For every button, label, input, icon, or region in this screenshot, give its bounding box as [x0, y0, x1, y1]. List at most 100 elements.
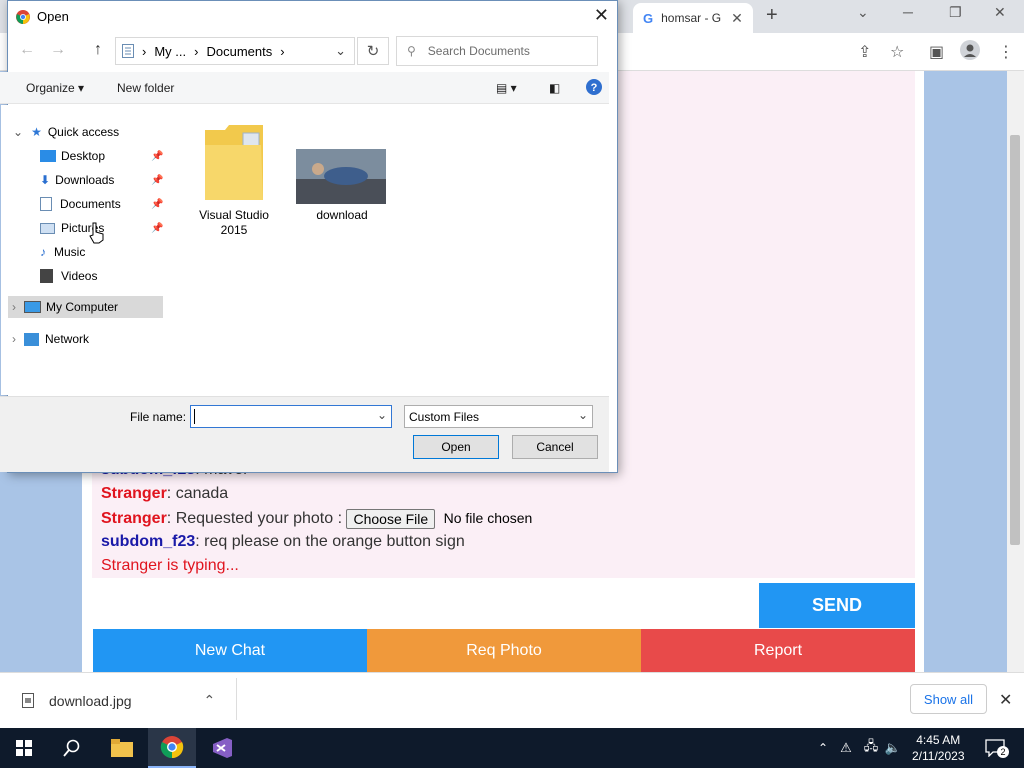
address-dropdown-icon[interactable]: ⌄: [335, 43, 346, 59]
pin-icon: 📌: [151, 150, 164, 162]
network-icon[interactable]: 🖧: [862, 728, 880, 768]
nav-videos[interactable]: Videos: [40, 265, 97, 287]
organize-menu[interactable]: Organize ▾: [26, 81, 84, 95]
help-icon[interactable]: ?: [586, 79, 602, 98]
image-thumbnail[interactable]: [296, 149, 386, 204]
clock[interactable]: 4:45 AM 2/11/2023: [912, 732, 965, 764]
notifications-icon[interactable]: 2: [983, 728, 1009, 768]
chevron-down-icon: ⌄: [376, 408, 387, 422]
show-all-button[interactable]: Show all: [910, 684, 987, 714]
restore-icon[interactable]: ❐: [949, 4, 962, 21]
pin-icon: 📌: [151, 222, 164, 234]
forward-arrow-icon[interactable]: →: [50, 41, 66, 59]
file-icon: [22, 693, 34, 708]
breadcrumb-my-computer[interactable]: My ...: [154, 44, 186, 59]
new-folder-button[interactable]: New folder: [117, 81, 174, 95]
back-arrow-icon[interactable]: ←: [19, 41, 35, 59]
dialog-close-icon[interactable]: ✕: [594, 5, 609, 26]
menu-icon[interactable]: ⋮: [998, 42, 1014, 62]
documents-icon: [122, 44, 134, 58]
file-item-download[interactable]: download: [300, 208, 384, 223]
notification-count-badge: 2: [997, 746, 1009, 758]
page-scroll-thumb[interactable]: [1010, 135, 1020, 545]
browser-tab[interactable]: G homsar - G ✕: [633, 3, 753, 33]
folder-icon[interactable]: [203, 120, 265, 209]
divider: [236, 678, 237, 720]
profile-icon[interactable]: [960, 40, 980, 65]
chevron-down-icon: ⌄: [13, 125, 24, 139]
file-type-select[interactable]: Custom Files ⌄: [404, 405, 593, 428]
chevron-down-icon[interactable]: ⌄: [857, 4, 869, 21]
file-item-visual-studio[interactable]: Visual Studio 2015: [193, 208, 275, 238]
search-icon[interactable]: [48, 728, 96, 768]
close-window-icon[interactable]: ✕: [994, 4, 1006, 21]
chrome-icon: [16, 9, 30, 24]
nav-network[interactable]: › Network: [8, 328, 89, 350]
minimize-icon[interactable]: ─: [903, 4, 913, 20]
send-button[interactable]: SEND: [759, 583, 915, 628]
breadcrumb-documents[interactable]: Documents: [206, 44, 272, 59]
refresh-icon[interactable]: ↻: [357, 37, 389, 65]
chrome-taskbar-icon[interactable]: [148, 728, 196, 768]
visual-studio-icon[interactable]: [198, 728, 246, 768]
close-download-bar-icon[interactable]: ✕: [999, 690, 1012, 710]
side-panel-icon[interactable]: ▣: [929, 42, 944, 62]
computer-icon: [24, 301, 41, 313]
volume-icon[interactable]: 🔈: [884, 728, 902, 768]
network-icon: [24, 332, 39, 346]
quick-access-item[interactable]: ⌄ ★ Quick access: [13, 121, 119, 143]
search-icon: ⚲: [407, 44, 416, 58]
file-name-label: File name:: [130, 410, 187, 424]
dialog-title-bar: Open: [8, 1, 617, 32]
download-arrow-icon: ⬇: [40, 173, 51, 187]
typing-indicator: Stranger is typing...: [101, 557, 239, 574]
google-icon: G: [643, 10, 654, 26]
choose-file-button[interactable]: Choose File: [346, 509, 436, 529]
share-icon[interactable]: ⇪: [858, 42, 871, 62]
chevron-up-icon[interactable]: ⌃: [204, 692, 216, 709]
bookmark-star-icon[interactable]: ☆: [890, 42, 904, 62]
documents-icon: [40, 197, 52, 211]
dialog-title: Open: [37, 9, 69, 24]
chevron-up-tray-icon[interactable]: ⌃: [815, 728, 831, 768]
file-explorer-icon[interactable]: [98, 728, 146, 768]
tab-title: homsar - G: [661, 11, 722, 25]
nav-music[interactable]: ♪ Music: [40, 241, 85, 263]
desktop-icon: [40, 150, 56, 162]
search-documents-input[interactable]: ⚲ Search Documents: [396, 36, 598, 66]
chat-message: Stranger: Requested your photo : Choose …: [101, 509, 533, 529]
nav-desktop[interactable]: Desktop 📌: [40, 145, 163, 167]
chat-message: subdom_f23: req please on the orange but…: [101, 533, 465, 550]
view-options-icon[interactable]: ▤ ▾: [496, 81, 517, 95]
new-chat-button[interactable]: New Chat: [93, 629, 367, 672]
nav-downloads[interactable]: ⬇ Downloads 📌: [40, 169, 163, 191]
hand-cursor-icon: [89, 222, 105, 249]
music-icon: ♪: [40, 245, 46, 259]
pin-icon: 📌: [151, 198, 164, 210]
nav-documents[interactable]: Documents 📌: [40, 193, 163, 215]
download-item[interactable]: download.jpg ⌃: [22, 692, 215, 709]
close-tab-icon[interactable]: ✕: [731, 10, 743, 27]
pin-icon: 📌: [151, 174, 164, 186]
chevron-right-icon: ›: [12, 300, 16, 314]
address-bar[interactable]: › My ... › Documents › ⌄: [115, 37, 355, 65]
chevron-right-icon: ›: [12, 332, 16, 346]
req-photo-button[interactable]: Req Photo: [367, 629, 641, 672]
text-caret: [194, 409, 195, 424]
file-name-input[interactable]: ⌄: [190, 405, 392, 428]
new-tab-button[interactable]: +: [766, 4, 778, 27]
preview-pane-icon[interactable]: ◧: [549, 81, 560, 95]
start-icon[interactable]: [0, 728, 48, 768]
cancel-button[interactable]: Cancel: [512, 435, 598, 459]
star-icon: ★: [31, 125, 42, 139]
up-arrow-icon[interactable]: ↑: [94, 41, 102, 59]
nav-my-computer[interactable]: › My Computer: [8, 296, 163, 318]
chevron-down-icon: ⌄: [577, 408, 588, 422]
report-button[interactable]: Report: [641, 629, 915, 672]
command-bar: [0, 72, 609, 104]
open-button[interactable]: Open: [413, 435, 499, 459]
no-file-label: No file chosen: [443, 510, 533, 527]
svg-text:?: ?: [591, 82, 598, 94]
network-warning-icon[interactable]: ⚠: [837, 728, 855, 768]
chat-message: Stranger: canada: [101, 485, 229, 502]
